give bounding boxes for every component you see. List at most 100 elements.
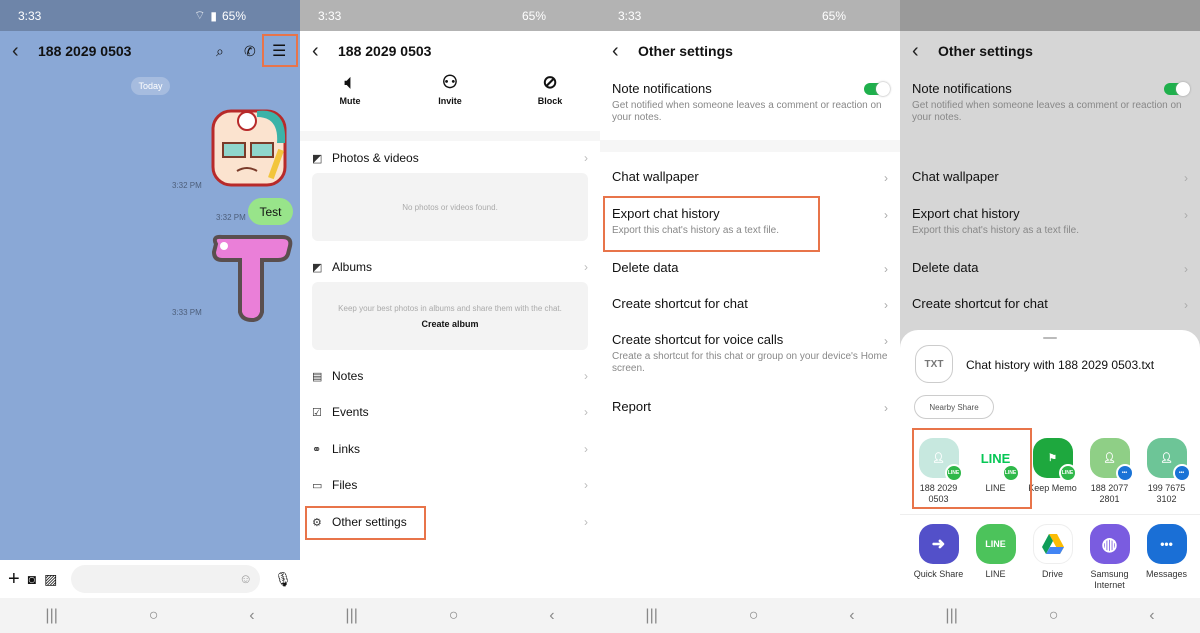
block-icon: ⊘ xyxy=(542,72,558,92)
phone-icon[interactable]: ✆ xyxy=(244,43,256,60)
date-separator: Today xyxy=(131,77,170,95)
chevron-right-icon: › xyxy=(1184,298,1188,312)
share-app-drive[interactable]: Drive xyxy=(1024,524,1081,591)
photos-videos-item[interactable]: ◩ Photos & videos › xyxy=(312,146,588,170)
chevron-right-icon: › xyxy=(584,369,588,383)
chevron-right-icon: › xyxy=(884,401,888,415)
settings-item-delete-data[interactable]: Delete data › xyxy=(912,260,1188,276)
note-notifications-setting: Note notifications Get notified when som… xyxy=(612,81,890,124)
note-icon: ▤ xyxy=(312,370,323,383)
message-input[interactable]: ☺ xyxy=(71,565,261,593)
settings-item-chat-wallpaper[interactable]: Chat wallpaper › xyxy=(912,169,1188,185)
camera-icon[interactable]: ◙ xyxy=(28,571,36,587)
nerd-guy-sticker[interactable] xyxy=(207,103,291,191)
chevron-right-icon: › xyxy=(884,298,888,312)
settings-item-create-shortcut-chat[interactable]: Create shortcut for chat › xyxy=(612,296,888,312)
back-button[interactable]: ‹ xyxy=(912,40,934,63)
sheet-handle[interactable] xyxy=(1043,337,1057,339)
image-icon[interactable]: ▨ xyxy=(44,571,57,588)
menu-item-links[interactable]: ⚭ Links › xyxy=(312,437,588,461)
system-back-button[interactable]: ‹ xyxy=(249,607,254,625)
photos-empty-box: No photos or videos found. xyxy=(312,173,588,241)
chat-menu-screen: 3:33 65% ‹ 188 2029 0503 🔈︎ Mute ⚇ Invite … xyxy=(300,0,600,633)
settings-item-chat-wallpaper[interactable]: Chat wallpaper › xyxy=(612,169,888,185)
status-bar: 3:33 65% xyxy=(600,0,900,31)
note-notifications-toggle[interactable] xyxy=(1164,82,1190,96)
recent-apps-button[interactable]: ||| xyxy=(45,607,57,625)
direct-share-keep-memo[interactable]: ⚑ LINE Keep Memo xyxy=(1024,438,1081,505)
chevron-right-icon: › xyxy=(1184,208,1188,222)
home-button[interactable]: ○ xyxy=(449,607,459,625)
direct-share-contact[interactable]: 👤︎ ••• 199 7675 3102 xyxy=(1138,438,1195,505)
chat-screen: 3:33 ⌔ ▮ 65% ‹ 188 2029 0503 ⌕ ✆ ☰ Today 3… xyxy=(0,0,300,633)
other-settings-screen: 3:33 65% ‹ Other settings Note notificat… xyxy=(600,0,900,633)
direct-share-contact[interactable]: 👤︎ ••• 188 2077 2801 xyxy=(1081,438,1138,505)
menu-item-files[interactable]: ▭ Files › xyxy=(312,473,588,497)
quick-share-icon: ➜ xyxy=(918,524,959,564)
highlight-menu xyxy=(262,34,298,67)
txt-file-icon: TXT xyxy=(915,345,953,383)
back-button[interactable]: ‹ xyxy=(312,40,334,63)
settings-header: ‹ Other settings xyxy=(900,31,1200,71)
mute-button[interactable]: 🔈︎ Mute xyxy=(310,72,390,130)
back-button[interactable]: ‹ xyxy=(612,40,634,63)
contact-name: 188 2029 0503 xyxy=(38,43,132,59)
share-app-samsung-internet[interactable]: ◍ Samsung Internet xyxy=(1081,524,1138,591)
home-button[interactable]: ○ xyxy=(1049,607,1059,625)
share-app-messages[interactable]: ••• Messages xyxy=(1138,524,1195,591)
menu-item-notes[interactable]: ▤ Notes › xyxy=(312,364,588,388)
recent-apps-button[interactable]: ||| xyxy=(345,607,357,625)
folder-icon: ▭ xyxy=(312,479,323,492)
menu-item-events[interactable]: ☑ Events › xyxy=(312,400,588,424)
emoji-icon[interactable]: ☺ xyxy=(239,571,252,586)
plus-icon[interactable]: + xyxy=(8,568,20,591)
settings-item-create-shortcut-chat[interactable]: Create shortcut for chat › xyxy=(912,296,1188,312)
chat-header: ‹ 188 2029 0503 ⌕ ✆ ☰ xyxy=(0,31,300,71)
message-bubble[interactable]: Test xyxy=(248,198,293,225)
link-icon: ⚭ xyxy=(312,443,322,456)
letter-t-sticker[interactable] xyxy=(208,234,294,323)
home-button[interactable]: ○ xyxy=(749,607,759,625)
chevron-right-icon: › xyxy=(584,405,588,419)
system-nav-bar: ||| ○ ‹ xyxy=(0,598,300,633)
nearby-share-button[interactable]: Nearby Share xyxy=(914,395,994,419)
page-title: Other settings xyxy=(938,43,1033,59)
share-screen: ‹ Other settings Note notifications Get … xyxy=(900,0,1200,633)
home-button[interactable]: ○ xyxy=(149,607,159,625)
message-time: 3:32 PM xyxy=(172,181,202,190)
battery-level: 65% xyxy=(821,8,846,23)
chevron-right-icon: › xyxy=(1184,171,1188,185)
highlight-other-settings xyxy=(305,506,426,540)
note-notifications-toggle[interactable] xyxy=(864,82,890,96)
system-back-button[interactable]: ‹ xyxy=(1149,607,1154,625)
system-nav-bar: ||| ○ ‹ xyxy=(600,598,900,633)
microphone-icon[interactable]: 🎙︎ xyxy=(274,571,292,588)
divider xyxy=(300,131,600,141)
block-button[interactable]: ⊘ Block xyxy=(510,72,590,130)
chevron-right-icon: › xyxy=(584,442,588,456)
recent-apps-button[interactable]: ||| xyxy=(645,607,657,625)
system-back-button[interactable]: ‹ xyxy=(549,607,554,625)
settings-item-export-chat-history[interactable]: Export chat history Export this chat's hi… xyxy=(912,206,1188,237)
chevron-right-icon: › xyxy=(884,171,888,185)
recent-apps-button[interactable]: ||| xyxy=(945,607,957,625)
chevron-right-icon: › xyxy=(884,262,888,276)
system-back-button[interactable]: ‹ xyxy=(849,607,854,625)
settings-item-delete-data[interactable]: Delete data › xyxy=(612,260,888,276)
photo-icon: ◩ xyxy=(312,152,323,165)
system-nav-bar: ||| ○ ‹ xyxy=(300,598,600,633)
status-bar: 3:33 65% xyxy=(300,0,600,31)
invite-button[interactable]: ⚇ Invite xyxy=(410,72,490,130)
quick-actions: 🔈︎ Mute ⚇ Invite ⊘ Block xyxy=(300,72,600,130)
status-bar xyxy=(900,0,1200,31)
search-icon[interactable]: ⌕ xyxy=(216,43,224,60)
file-name: Chat history with 188 2029 0503.txt xyxy=(966,358,1155,372)
share-app-line[interactable]: LINE LINE xyxy=(967,524,1024,591)
back-button[interactable]: ‹ xyxy=(12,40,34,63)
settings-item-create-shortcut-voice[interactable]: Create shortcut for voice calls Create a … xyxy=(612,332,888,375)
albums-empty-box: Keep your best photos in albums and shar… xyxy=(312,282,588,350)
share-app-quick-share[interactable]: ➜ Quick Share xyxy=(910,524,967,591)
settings-item-report[interactable]: Report › xyxy=(612,399,888,415)
albums-item[interactable]: ◩ Albums › xyxy=(312,255,588,279)
create-album-button[interactable]: Create album xyxy=(421,319,478,329)
